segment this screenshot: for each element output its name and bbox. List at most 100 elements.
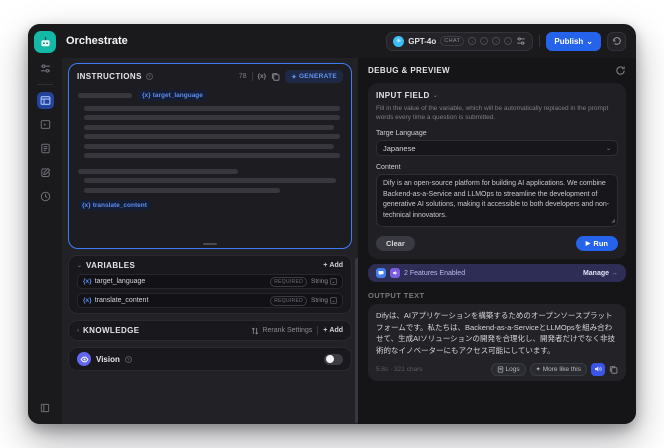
redacted-line (84, 153, 340, 158)
char-count: 78 (238, 73, 247, 80)
input-field-card: INPUT FIELD ⌄ Fill in the value of the v… (368, 83, 626, 260)
collapse-panel-icon[interactable] (37, 399, 54, 416)
manage-features-button[interactable]: Manage → (583, 270, 618, 277)
input-field-description: Fill in the value of the variable, which… (376, 105, 609, 122)
variable-type: String ⌄ (311, 278, 337, 285)
scrollbar-thumb[interactable] (355, 258, 358, 423)
rerank-icon (252, 327, 259, 334)
features-bar[interactable]: 2 Features Enabled Manage → (368, 264, 626, 283)
sparkle-icon: ✦ (535, 366, 541, 373)
vision-eye-icon (77, 352, 91, 366)
sidebar-item-preview[interactable] (37, 116, 54, 133)
redacted-line (84, 134, 340, 139)
knowledge-card: › KNOWLEDGE Rerank Settings + Add (68, 320, 352, 341)
prompt-editor[interactable]: {x} target_language {x} translate_conten… (69, 87, 351, 214)
resize-handle[interactable] (203, 242, 217, 245)
variable-label: translate_content (92, 202, 147, 209)
variable-name: target_language (94, 278, 146, 285)
config-column: INSTRUCTIONS ? 78 {x} ✦ GENERATE {x} tar… (62, 58, 358, 424)
model-capability-icon-4: ◦ (504, 37, 513, 45)
variable-row-translate-content[interactable]: {x} translate_content REQUIRED String ⌄ (77, 293, 343, 308)
knowledge-tools: Rerank Settings + Add (251, 326, 343, 335)
tools-divider (251, 72, 253, 81)
output-card: Difyは、AIアプリケーションを構築するためのオープンソースプラットフォームで… (368, 304, 626, 381)
help-icon: ? (124, 355, 132, 363)
variable-meta: REQUIRED String ⌄ (270, 295, 337, 306)
features-enabled-label: 2 Features Enabled (404, 269, 466, 277)
sidebar-item-orchestrate[interactable] (36, 92, 54, 109)
insert-variable-icon[interactable]: {x} (258, 73, 267, 80)
instructions-tools: 78 {x} ✦ GENERATE (239, 70, 343, 83)
restart-button[interactable] (615, 65, 626, 76)
more-like-this-button[interactable]: ✦ More like this (529, 362, 587, 376)
required-badge: REQUIRED (270, 295, 308, 306)
content-textarea[interactable]: Dify is an open-source platform for buil… (376, 174, 618, 228)
type-select-icon[interactable]: ⌄ (330, 278, 337, 285)
variables-header[interactable]: ⌄ VARIABLES + Add (77, 261, 343, 270)
refresh-icon (616, 66, 625, 75)
run-label: Run (593, 239, 608, 249)
variable-prefix: {x} (83, 278, 92, 285)
history-button[interactable] (607, 31, 626, 51)
toggle-knob (325, 355, 334, 363)
sidebar-divider (37, 84, 53, 85)
model-selector[interactable]: ✳ GPT-4o CHAT ◦ ◦ ◦ ◦ (386, 31, 534, 51)
target-language-select[interactable]: Japanese ⌄ (376, 140, 618, 157)
rerank-label: Rerank Settings (262, 327, 313, 334)
copy-icon (609, 365, 618, 374)
redacted-line (84, 105, 340, 111)
variable-prefix: {x} (82, 202, 91, 209)
add-label: Add (329, 262, 343, 269)
redacted-line (84, 115, 340, 120)
sidebar-item-monitoring[interactable] (37, 188, 54, 205)
rerank-settings-button[interactable]: Rerank Settings (251, 327, 312, 335)
app-window: Orchestrate ✳ GPT-4o CHAT ◦ ◦ ◦ ◦ Publis… (28, 24, 636, 424)
chevron-right-icon: › (77, 327, 79, 334)
debug-header: DEBUG & PREVIEW (368, 65, 626, 76)
sidebar-item-annotation[interactable] (37, 164, 54, 181)
knowledge-header[interactable]: › KNOWLEDGE Rerank Settings + Add (77, 326, 343, 335)
sidebar-item-logs[interactable] (37, 140, 54, 157)
history-icon (612, 37, 621, 45)
speaker-button[interactable] (591, 362, 605, 376)
add-variable-button[interactable]: + Add (323, 262, 343, 269)
tools-divider (317, 326, 319, 335)
instructions-panel[interactable]: INSTRUCTIONS ? 78 {x} ✦ GENERATE {x} tar… (68, 63, 352, 249)
output-actions: Logs ✦ More like this (490, 362, 618, 376)
plus-icon: + (323, 327, 328, 334)
debug-column: DEBUG & PREVIEW INPUT FIELD ⌄ Fill in th… (358, 58, 636, 424)
variable-prefix: {x} (83, 297, 92, 304)
instructions-title: INSTRUCTIONS (77, 72, 142, 81)
variable-chip-target-language[interactable]: {x} target_language (138, 90, 207, 101)
content-value: Dify is an open-source platform for buil… (383, 180, 610, 219)
type-label: String (311, 297, 328, 304)
resize-grip-icon[interactable]: ◢ (611, 218, 615, 226)
logs-button[interactable]: Logs (490, 362, 526, 376)
action-row: Clear ▶ Run (376, 236, 618, 252)
variable-chip-translate-content[interactable]: {x} translate_content (78, 200, 151, 211)
run-button[interactable]: ▶ Run (575, 236, 618, 252)
generate-label: GENERATE (298, 73, 337, 80)
model-tune-icon[interactable] (37, 60, 54, 77)
chevron-down-icon: ⌄ (586, 36, 593, 46)
vision-toggle[interactable] (324, 353, 343, 365)
input-field-header[interactable]: INPUT FIELD ⌄ (376, 91, 618, 100)
model-params-icon[interactable] (516, 36, 526, 46)
app-logo-robot-icon[interactable] (34, 31, 56, 53)
plus-icon: + (323, 262, 328, 269)
copy-icon[interactable] (271, 72, 280, 81)
required-badge: REQUIRED (270, 276, 308, 287)
type-label: String (311, 278, 328, 285)
add-knowledge-button[interactable]: + Add (323, 327, 343, 334)
chevron-down-icon: ⌄ (605, 145, 611, 152)
variable-row-target-language[interactable]: {x} target_language REQUIRED String ⌄ (77, 274, 343, 289)
type-select-icon[interactable]: ⌄ (330, 297, 337, 304)
chevron-down-icon: ⌄ (77, 263, 83, 269)
chevron-down-icon: ⌄ (432, 93, 438, 99)
clear-button[interactable]: Clear (376, 236, 415, 252)
publish-button[interactable]: Publish ⌄ (546, 31, 601, 51)
copy-output-button[interactable] (609, 365, 618, 374)
generate-button[interactable]: ✦ GENERATE (285, 70, 343, 83)
output-text: Difyは、AIアプリケーションを構築するためのオープンソースプラットフォームで… (376, 311, 616, 356)
redacted-line (84, 143, 334, 149)
